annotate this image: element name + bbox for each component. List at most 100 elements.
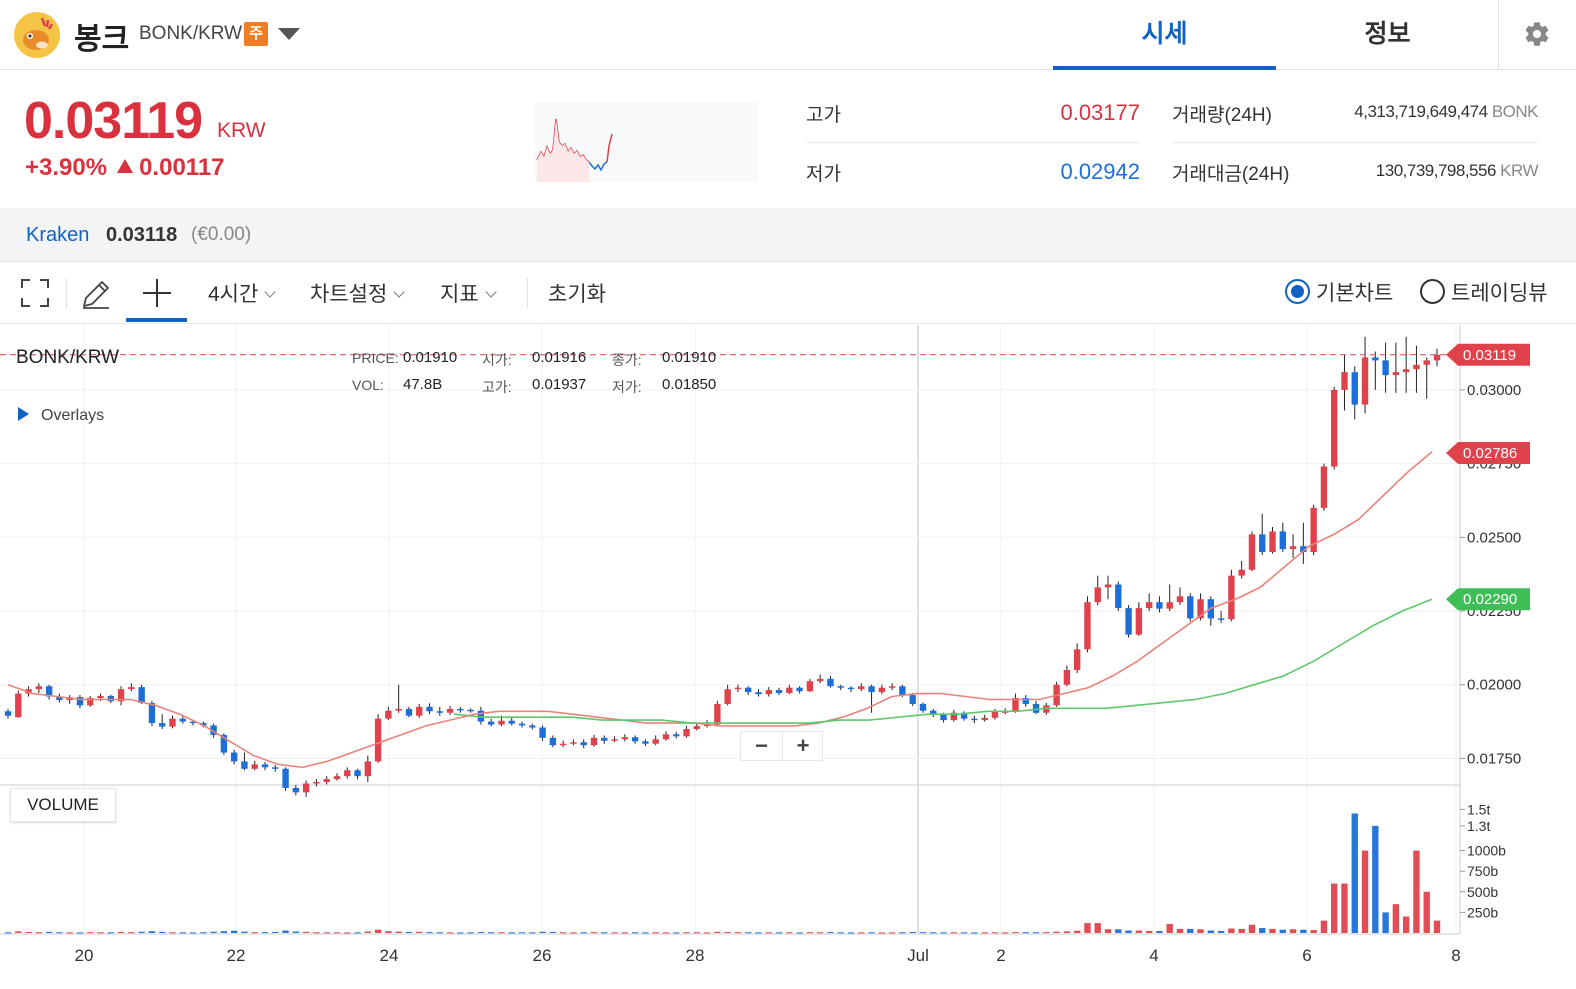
volume-bar xyxy=(1248,924,1256,933)
legend-low-label: 저가: xyxy=(612,379,642,395)
tab-price[interactable]: 시세 xyxy=(1053,0,1276,70)
volume-bar xyxy=(601,932,608,934)
coin-dropdown-chevron-icon[interactable] xyxy=(278,28,300,40)
crosshair-active-indicator xyxy=(126,318,187,322)
volume-bar xyxy=(703,932,711,934)
ma-long-line xyxy=(453,598,1433,724)
volume-bar xyxy=(107,932,114,934)
volume-bar xyxy=(878,932,886,934)
divider xyxy=(1172,142,1538,143)
exchange-price: 0.03118 xyxy=(106,224,178,246)
fullscreen-icon[interactable] xyxy=(21,279,49,307)
chart-settings-menu[interactable]: 차트설정 xyxy=(310,278,405,308)
tradingview-label[interactable]: 트레이딩뷰 xyxy=(1451,277,1548,307)
candle-body xyxy=(457,708,464,711)
volume-bar xyxy=(888,932,896,934)
legend-vol: 47.8B xyxy=(403,376,443,393)
interval-select[interactable]: 4시간 xyxy=(208,278,276,308)
tradingview-radio[interactable] xyxy=(1420,279,1445,304)
candle-body xyxy=(1125,608,1132,635)
volume-bar xyxy=(1372,825,1379,933)
volume-bar xyxy=(333,932,341,934)
volume-bar xyxy=(498,932,505,934)
volume-bar xyxy=(344,932,351,934)
candle-body xyxy=(724,689,731,704)
zoom-out-button[interactable]: − xyxy=(741,732,782,760)
exchange-comparison: Kraken 0.03118 (€0.00) xyxy=(0,208,1576,262)
time-axis-label: 20 xyxy=(75,946,94,965)
candle-body xyxy=(261,764,269,768)
volume-bar xyxy=(97,932,104,934)
candle-body xyxy=(1372,357,1379,361)
volume-bar xyxy=(1187,928,1194,933)
exchange-name[interactable]: Kraken xyxy=(26,224,89,247)
price-chart[interactable]: 0.03000 0.02750 0.02500 0.02250 0.02000 0.017… xyxy=(0,325,1576,984)
volume-bar xyxy=(1043,932,1050,934)
basic-chart-label[interactable]: 기본차트 xyxy=(1316,277,1393,307)
volume-bar xyxy=(1310,930,1317,933)
volume-bar xyxy=(292,931,300,933)
candle-body xyxy=(1382,360,1389,376)
basic-chart-radio[interactable] xyxy=(1285,279,1310,304)
volume-bar xyxy=(683,932,690,934)
price-tick-label: 0.02000 xyxy=(1467,677,1521,694)
zoom-controls: − + xyxy=(740,731,823,761)
time-axis-label: Jul xyxy=(907,946,929,965)
reset-button[interactable]: 초기화 xyxy=(548,278,606,308)
mini-sparkline-chart xyxy=(535,102,758,182)
zoom-in-button[interactable]: + xyxy=(782,732,823,760)
chart-toolbar: 4시간 차트설정 지표 초기화 기본차트 트레이딩뷰 xyxy=(0,262,1576,324)
candle-body xyxy=(1238,569,1245,576)
market-pair: BONK/KRW xyxy=(139,23,243,44)
volume-bar xyxy=(488,932,495,934)
volume-bar xyxy=(1269,928,1276,933)
candle-body xyxy=(344,770,351,777)
volume-bar xyxy=(1156,931,1163,933)
candlestick-chart[interactable]: 0.030000.027500.025000.022500.020000.017… xyxy=(0,325,1576,984)
volume-bar xyxy=(261,932,269,934)
candle-body xyxy=(806,681,814,692)
candle-body xyxy=(1361,357,1369,405)
volume-bar xyxy=(559,932,567,934)
volume-bar xyxy=(858,932,865,934)
candle-body xyxy=(991,711,999,718)
candle-body xyxy=(745,687,752,693)
candle-body xyxy=(1392,372,1400,376)
volume-bar xyxy=(1392,904,1400,933)
volume-bar xyxy=(1259,928,1266,933)
volume-bar xyxy=(1094,923,1101,933)
indicators-menu[interactable]: 지표 xyxy=(440,278,497,308)
volume-bar xyxy=(1279,929,1286,933)
time-axis-label: 8 xyxy=(1451,946,1460,965)
candle-body xyxy=(1032,703,1040,713)
volume-panel-label: VOLUME xyxy=(10,788,116,822)
volume-bar xyxy=(25,932,32,934)
candle-body xyxy=(714,703,721,725)
change-amount: 0.00117 xyxy=(139,154,225,181)
candle-body xyxy=(107,695,114,702)
volume-bar xyxy=(1413,850,1420,933)
candle-body xyxy=(436,711,443,713)
price-tick-label: 0.02500 xyxy=(1467,529,1521,546)
candle-body xyxy=(971,718,978,721)
candle-body xyxy=(467,709,474,712)
candle-body xyxy=(1145,602,1153,609)
volume-bar xyxy=(15,931,22,933)
overlays-toggle[interactable]: Overlays xyxy=(18,407,104,425)
volume-bar xyxy=(138,931,145,933)
candle-body xyxy=(559,743,567,746)
volume-bar xyxy=(1341,883,1348,933)
candle-body xyxy=(230,752,238,762)
tab-info[interactable]: 정보 xyxy=(1276,0,1499,70)
volume-bar xyxy=(806,932,814,934)
candle-body xyxy=(549,737,557,746)
candle-body xyxy=(1084,602,1091,650)
pencil-icon[interactable] xyxy=(80,278,112,310)
settings-button[interactable] xyxy=(1498,0,1576,70)
crosshair-icon[interactable] xyxy=(142,278,172,308)
volume-bar xyxy=(1289,929,1297,933)
volume-bar xyxy=(405,932,413,934)
candle-body xyxy=(570,742,577,744)
candle-body xyxy=(693,726,700,729)
turnover-amount: 130,739,798,556 xyxy=(1375,161,1497,180)
